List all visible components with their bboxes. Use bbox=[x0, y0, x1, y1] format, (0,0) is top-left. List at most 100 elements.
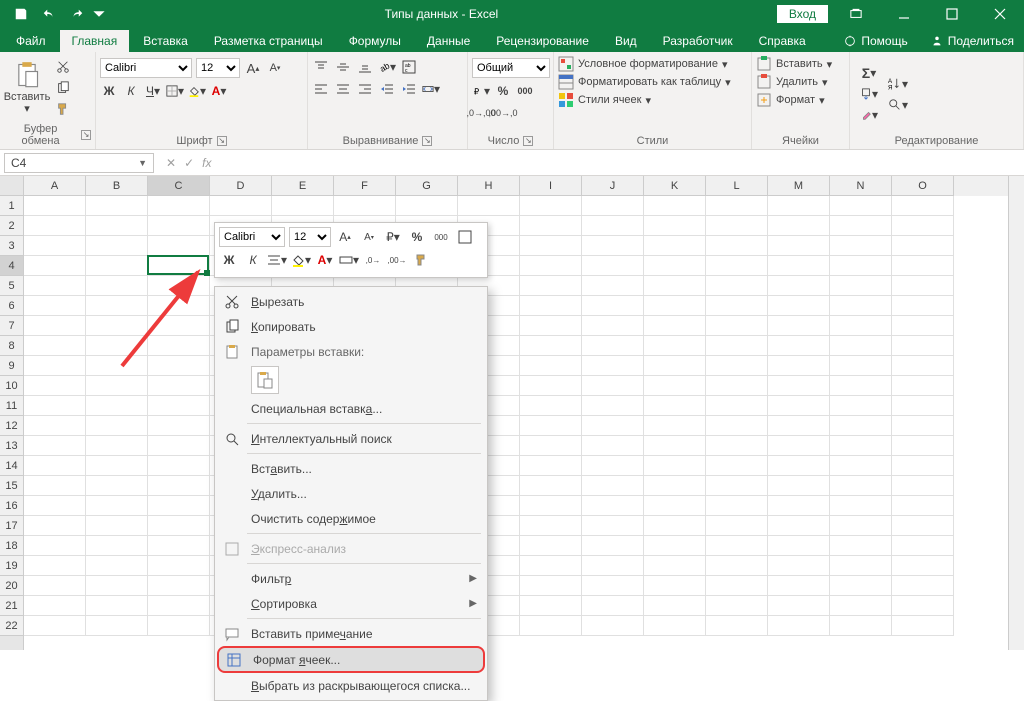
row-header-18[interactable]: 18 bbox=[0, 536, 23, 556]
col-header-I[interactable]: I bbox=[520, 176, 582, 196]
mini-shrink-font-icon[interactable]: A▾ bbox=[359, 227, 379, 247]
ctx-insert[interactable]: Вставить... bbox=[217, 456, 485, 481]
tab-data[interactable]: Данные bbox=[415, 30, 482, 52]
mini-font-color-icon[interactable]: А▾ bbox=[315, 250, 335, 270]
save-icon[interactable] bbox=[8, 2, 34, 26]
row-header-12[interactable]: 12 bbox=[0, 416, 23, 436]
merge-icon[interactable]: ▾ bbox=[422, 80, 440, 98]
decrease-decimal-icon[interactable]: ,00→,0 bbox=[494, 104, 512, 122]
col-header-H[interactable]: H bbox=[458, 176, 520, 196]
align-center-icon[interactable] bbox=[334, 80, 352, 98]
row-header-3[interactable]: 3 bbox=[0, 236, 23, 256]
sort-filter-icon[interactable]: АЯ▾ bbox=[886, 75, 910, 93]
copy-icon[interactable] bbox=[54, 79, 72, 97]
cells-area[interactable] bbox=[24, 196, 1008, 636]
col-header-N[interactable]: N bbox=[830, 176, 892, 196]
borders-icon[interactable]: ▾ bbox=[166, 82, 184, 100]
row-header-22[interactable]: 22 bbox=[0, 616, 23, 636]
ctx-format-cells[interactable]: Формат ячеек... bbox=[217, 646, 485, 673]
row-header-6[interactable]: 6 bbox=[0, 296, 23, 316]
undo-icon[interactable] bbox=[36, 2, 62, 26]
wrap-text-icon[interactable]: abc bbox=[400, 58, 418, 76]
mini-align-icon[interactable]: ▾ bbox=[267, 250, 287, 270]
col-header-L[interactable]: L bbox=[706, 176, 768, 196]
row-header-14[interactable]: 14 bbox=[0, 456, 23, 476]
insert-cells-button[interactable]: Вставить▾ bbox=[756, 56, 845, 72]
row-header-4[interactable]: 4 bbox=[0, 256, 23, 276]
tab-pagelayout[interactable]: Разметка страницы bbox=[202, 30, 335, 52]
mini-dec-decimal-icon[interactable]: ,00→ bbox=[387, 250, 407, 270]
fx-icon[interactable]: fx bbox=[202, 156, 211, 170]
col-header-C[interactable]: C bbox=[148, 176, 210, 196]
bold-icon[interactable]: Ж bbox=[100, 82, 118, 100]
tab-home[interactable]: Главная bbox=[60, 30, 130, 52]
increase-decimal-icon[interactable]: ,0→,00 bbox=[472, 104, 490, 122]
align-left-icon[interactable] bbox=[312, 80, 330, 98]
col-header-A[interactable]: A bbox=[24, 176, 86, 196]
ribbon-display-icon[interactable] bbox=[836, 0, 876, 28]
name-box[interactable]: C4▼ bbox=[4, 153, 154, 173]
number-format-select[interactable]: Общий bbox=[472, 58, 550, 78]
font-size-select[interactable]: 12 bbox=[196, 58, 240, 78]
tab-file[interactable]: Файл bbox=[4, 30, 58, 52]
font-name-select[interactable]: Calibri bbox=[100, 58, 192, 78]
delete-cells-button[interactable]: Удалить▾ bbox=[756, 74, 845, 90]
ctx-clear[interactable]: Очистить содержимое bbox=[217, 506, 485, 531]
orientation-icon[interactable]: ab▾ bbox=[378, 58, 396, 76]
row-header-1[interactable]: 1 bbox=[0, 196, 23, 216]
mini-font-name[interactable]: Calibri bbox=[219, 227, 285, 247]
maximize-icon[interactable] bbox=[932, 0, 972, 28]
tab-formulas[interactable]: Формулы bbox=[337, 30, 413, 52]
mini-italic-icon[interactable]: К bbox=[243, 250, 263, 270]
vertical-scrollbar[interactable] bbox=[1008, 176, 1024, 650]
col-header-K[interactable]: K bbox=[644, 176, 706, 196]
fill-color-icon[interactable]: ▾ bbox=[188, 82, 206, 100]
mini-bold-icon[interactable]: Ж bbox=[219, 250, 239, 270]
row-header-5[interactable]: 5 bbox=[0, 276, 23, 296]
cut-icon[interactable] bbox=[54, 58, 72, 76]
ctx-sort[interactable]: Сортировка▶ bbox=[217, 591, 485, 616]
row-header-2[interactable]: 2 bbox=[0, 216, 23, 236]
comma-icon[interactable]: 000 bbox=[516, 82, 534, 100]
ctx-filter[interactable]: Фильтр▶ bbox=[217, 566, 485, 591]
row-header-19[interactable]: 19 bbox=[0, 556, 23, 576]
ctx-paste-special[interactable]: Специальная вставка... bbox=[217, 396, 485, 421]
cell-styles-button[interactable]: Стили ячеек▾ bbox=[558, 92, 747, 108]
tell-me[interactable]: Помощь bbox=[833, 30, 917, 52]
autosum-icon[interactable]: Σ▾ bbox=[860, 64, 878, 82]
col-header-G[interactable]: G bbox=[396, 176, 458, 196]
format-as-table-button[interactable]: Форматировать как таблицу▾ bbox=[558, 74, 747, 90]
formula-input[interactable] bbox=[223, 153, 1024, 173]
tab-view[interactable]: Вид bbox=[603, 30, 649, 52]
login-button[interactable]: Вход bbox=[777, 5, 828, 23]
conditional-formatting-button[interactable]: Условное форматирование▾ bbox=[558, 56, 747, 72]
decrease-font-icon[interactable]: A▾ bbox=[266, 59, 284, 77]
col-header-O[interactable]: O bbox=[892, 176, 954, 196]
minimize-icon[interactable] bbox=[884, 0, 924, 28]
col-header-J[interactable]: J bbox=[582, 176, 644, 196]
col-header-B[interactable]: B bbox=[86, 176, 148, 196]
fill-icon[interactable]: ▾ bbox=[860, 85, 878, 103]
increase-indent-icon[interactable] bbox=[400, 80, 418, 98]
font-dialog-icon[interactable]: ↘ bbox=[217, 136, 227, 146]
qat-dropdown-icon[interactable] bbox=[92, 2, 106, 26]
row-header-20[interactable]: 20 bbox=[0, 576, 23, 596]
ctx-cut[interactable]: Вырезать bbox=[217, 289, 485, 314]
mini-borders-icon[interactable] bbox=[455, 227, 475, 247]
format-painter-icon[interactable] bbox=[54, 100, 72, 118]
col-header-M[interactable]: M bbox=[768, 176, 830, 196]
clipboard-dialog-icon[interactable]: ↘ bbox=[81, 130, 91, 140]
share-button[interactable]: Поделиться bbox=[920, 30, 1024, 52]
select-all-cell[interactable] bbox=[0, 176, 23, 196]
accounting-icon[interactable]: ₽▾ bbox=[472, 82, 490, 100]
underline-icon[interactable]: Ч▾ bbox=[144, 82, 162, 100]
tab-developer[interactable]: Разработчик bbox=[651, 30, 745, 52]
row-header-7[interactable]: 7 bbox=[0, 316, 23, 336]
percent-icon[interactable]: % bbox=[494, 82, 512, 100]
cancel-formula-icon[interactable]: ✕ bbox=[166, 156, 176, 170]
mini-comma-icon[interactable]: 000 bbox=[431, 227, 451, 247]
increase-font-icon[interactable]: A▴ bbox=[244, 59, 262, 77]
col-header-F[interactable]: F bbox=[334, 176, 396, 196]
align-right-icon[interactable] bbox=[356, 80, 374, 98]
mini-inc-decimal-icon[interactable]: ,0→ bbox=[363, 250, 383, 270]
